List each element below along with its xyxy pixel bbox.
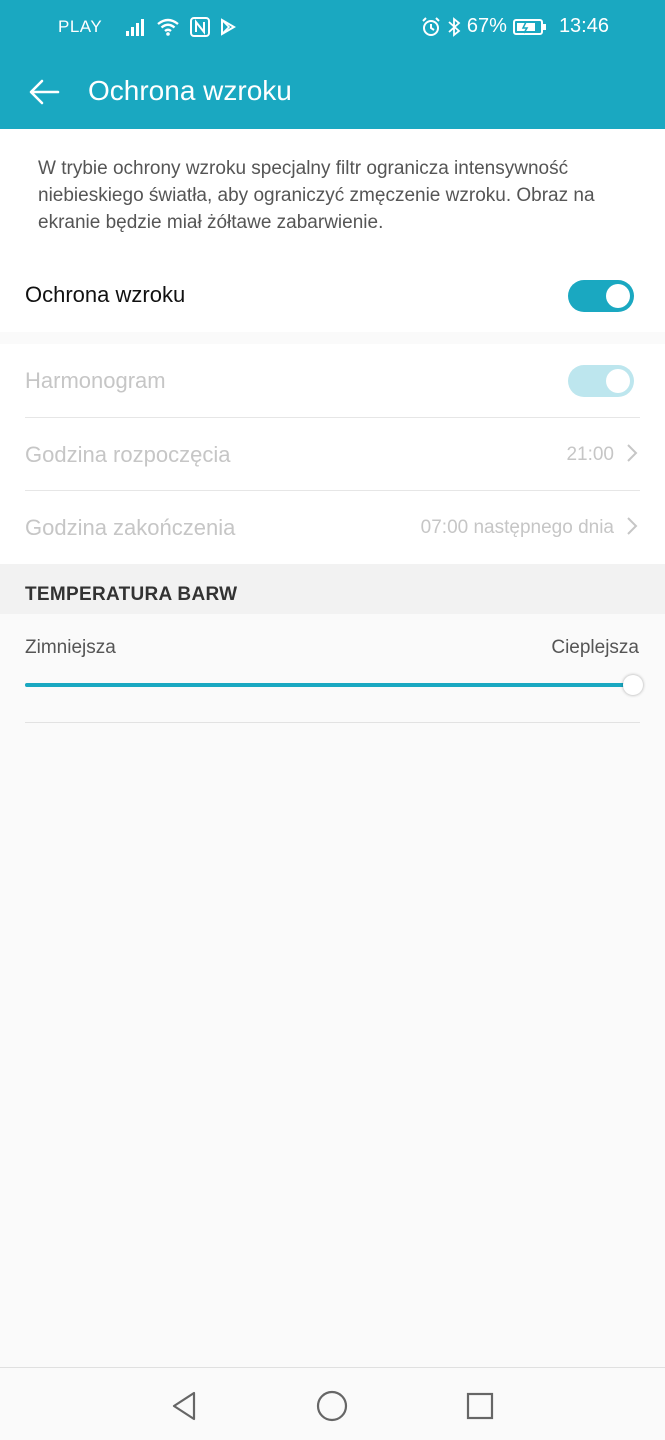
description-text: W trybie ochrony wzroku specjalny filtr …	[38, 158, 595, 233]
alarm-icon	[421, 16, 441, 37]
status-bar: PLAY 67% 13:46	[0, 0, 665, 54]
bluetooth-icon	[447, 16, 461, 37]
start-time-value: 21:00	[566, 444, 614, 465]
divider	[25, 722, 640, 723]
slider-fill	[25, 683, 633, 687]
circle-home-icon	[316, 1390, 348, 1422]
status-left: PLAY	[58, 17, 237, 37]
status-right: 67% 13:46	[421, 15, 609, 38]
end-time-row[interactable]: Godzina zakończenia 07:00 następnego dni…	[25, 491, 640, 564]
triangle-back-icon	[172, 1391, 196, 1421]
chevron-right-icon	[626, 443, 638, 468]
eye-protection-label: Ochrona wzroku	[25, 282, 186, 307]
start-time-label: Godzina rozpoczęcia	[25, 442, 231, 467]
battery-percent: 67%	[466, 15, 507, 37]
battery-icon	[512, 18, 547, 36]
app-bar: PLAY 67% 13:46 Ochrona wzroku	[0, 0, 665, 129]
section-title: TEMPERATURA BARW	[25, 584, 238, 605]
nav-home-button[interactable]	[312, 1386, 352, 1426]
warmer-label: Cieplejsza	[551, 637, 639, 658]
schedule-label: Harmonogram	[25, 368, 166, 393]
nav-recents-button[interactable]	[460, 1386, 500, 1426]
schedule-toggle[interactable]	[568, 365, 634, 397]
clock: 13:46	[558, 15, 609, 37]
nav-back-button[interactable]	[164, 1386, 204, 1426]
color-temperature-slider[interactable]	[25, 683, 633, 687]
cooler-label: Zimniejsza	[25, 637, 116, 658]
square-recents-icon	[466, 1392, 494, 1420]
carrier-name: PLAY	[58, 17, 103, 36]
chevron-right-icon	[626, 516, 638, 541]
schedule-row[interactable]: Harmonogram	[25, 344, 640, 417]
color-temperature-header: TEMPERATURA BARW	[0, 564, 665, 614]
play-store-icon	[220, 18, 237, 36]
toggle-knob	[606, 369, 630, 393]
end-time-label: Godzina zakończenia	[25, 515, 236, 540]
nfc-icon	[190, 17, 211, 37]
end-time-value: 07:00 następnego dnia	[420, 517, 614, 538]
toggle-knob	[606, 284, 630, 308]
signal-icon	[126, 18, 146, 36]
eye-protection-row[interactable]: Ochrona wzroku	[25, 270, 640, 322]
arrow-left-icon	[29, 79, 60, 105]
page-title: Ochrona wzroku	[88, 75, 292, 106]
slider-thumb[interactable]	[623, 675, 643, 695]
color-temperature-slider-area: Zimniejsza Cieplejsza	[0, 614, 665, 724]
start-time-row[interactable]: Godzina rozpoczęcia 21:00	[25, 418, 640, 491]
wifi-icon	[156, 18, 180, 36]
eye-protection-toggle[interactable]	[568, 280, 634, 312]
navigation-bar	[0, 1367, 665, 1440]
back-button[interactable]	[22, 70, 66, 114]
